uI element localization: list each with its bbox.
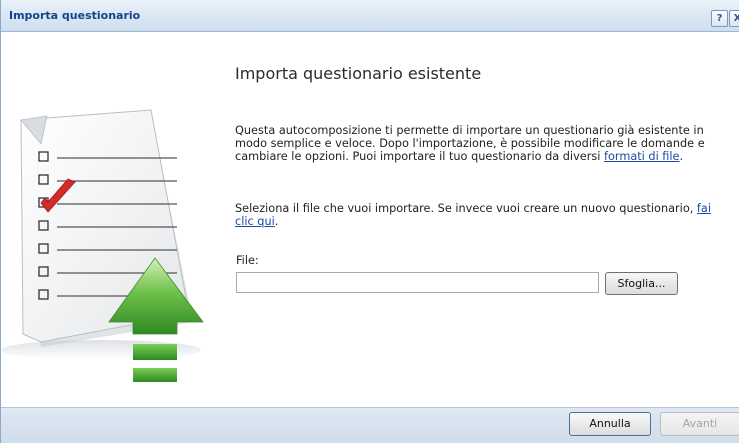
help-button[interactable]: ? bbox=[711, 10, 728, 27]
page-heading: Importa questionario esistente bbox=[235, 64, 482, 83]
instruction-period: . bbox=[274, 215, 279, 228]
intro-paragraph: Questa autocomposizione ti permette di i… bbox=[235, 124, 730, 163]
cancel-button[interactable]: Annulla bbox=[569, 412, 651, 436]
file-label: File: bbox=[236, 254, 259, 267]
import-dialog: Importa questionario ? X bbox=[0, 0, 739, 443]
dialog-title: Importa questionario bbox=[9, 9, 141, 22]
close-button[interactable]: X bbox=[729, 10, 739, 27]
next-button: Avanti bbox=[660, 412, 739, 436]
intro-period: . bbox=[679, 150, 684, 163]
instruction-text: Seleziona il file che vuoi importare. Se… bbox=[235, 202, 697, 215]
dialog-titlebar: Importa questionario ? X bbox=[1, 0, 739, 32]
file-formats-link[interactable]: formati di file bbox=[604, 150, 680, 163]
illustration-panel bbox=[1, 32, 211, 407]
browse-button[interactable]: Sfoglia... bbox=[605, 272, 678, 295]
file-path-input[interactable] bbox=[236, 272, 599, 293]
instruction-paragraph: Seleziona il file che vuoi importare. Se… bbox=[235, 202, 730, 228]
import-questionnaire-icon bbox=[1, 109, 204, 382]
